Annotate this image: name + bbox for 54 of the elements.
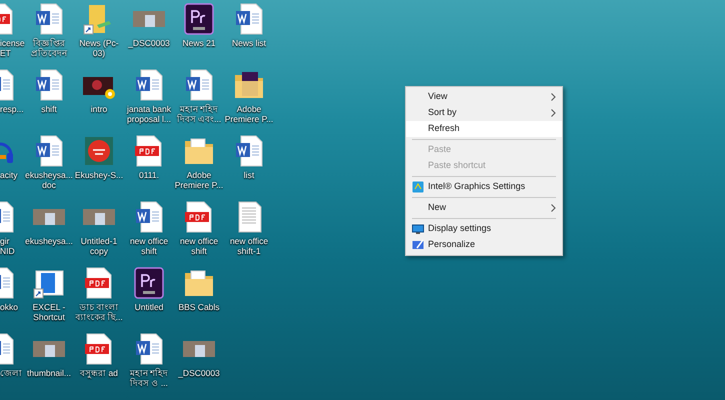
icon-label[interactable]: Adobe Premiere P... bbox=[174, 170, 224, 190]
menu-item[interactable]: New bbox=[406, 200, 562, 216]
word-document-icon[interactable] bbox=[33, 135, 65, 167]
folder-icon[interactable] bbox=[233, 69, 265, 101]
word-document-icon[interactable] bbox=[133, 333, 165, 365]
icon-label[interactable]: icense ET bbox=[0, 38, 24, 58]
icon-label[interactable]: acity bbox=[0, 170, 24, 180]
icon-label[interactable]: list bbox=[224, 170, 274, 180]
menu-item[interactable]: Display settings bbox=[406, 221, 562, 237]
icon-label[interactable]: EXCEL - Shortcut bbox=[24, 302, 74, 322]
icon-label[interactable]: Untitled-1 copy bbox=[74, 236, 124, 256]
menu-item[interactable]: Refresh bbox=[406, 121, 562, 137]
icon-label[interactable]: shift bbox=[24, 104, 74, 114]
icon-label[interactable]: new office shift-1 bbox=[224, 236, 274, 256]
premiere-project-icon[interactable] bbox=[133, 267, 165, 299]
word-document-icon[interactable] bbox=[233, 3, 265, 35]
icon-label[interactable]: News 21 bbox=[174, 38, 224, 48]
word-document-icon[interactable] bbox=[233, 135, 265, 167]
icon-label[interactable]: মহান শহিদ দিবস এবং... bbox=[174, 104, 224, 124]
icon-label[interactable]: new office shift bbox=[124, 236, 174, 256]
icon-label[interactable]: বসুন্ধরা ad bbox=[74, 368, 124, 378]
word-document-icon[interactable] bbox=[33, 3, 65, 35]
word-document-icon[interactable] bbox=[133, 69, 165, 101]
icon-label[interactable]: মহান শহিদ দিবস ও ... bbox=[124, 368, 174, 388]
premiere-project-icon[interactable] bbox=[183, 3, 215, 35]
icon-label[interactable]: gir NID bbox=[0, 236, 24, 256]
icon-label[interactable]: Untitled bbox=[124, 302, 174, 312]
icon-label[interactable]: new office shift bbox=[174, 236, 224, 256]
icon-label[interactable]: BBS Cabls bbox=[174, 302, 224, 312]
icon-label[interactable]: Ekushey-S... bbox=[74, 170, 124, 180]
icon-label[interactable]: বিজ্ঞপ্তির প্রতিবেদন bbox=[24, 38, 74, 58]
icon-label[interactable]: জেলা bbox=[0, 368, 24, 378]
menu-item[interactable]: Sort by bbox=[406, 105, 562, 121]
menu-item[interactable]: Personalize bbox=[406, 237, 562, 253]
icon-label[interactable]: ekusheysa... bbox=[24, 236, 74, 246]
word-document-icon[interactable] bbox=[33, 69, 65, 101]
icon-label[interactable]: _DSC0003 bbox=[174, 368, 224, 378]
icon-label[interactable]: ekusheysa... doc bbox=[24, 170, 74, 190]
menu-item[interactable]: Intel® Graphics Settings bbox=[406, 179, 562, 195]
menu-item[interactable]: View bbox=[406, 89, 562, 105]
app-icon[interactable] bbox=[83, 135, 115, 167]
icon-label[interactable]: resp... bbox=[0, 104, 24, 114]
icon-label[interactable]: janata bank proposal l... bbox=[124, 104, 174, 124]
icon-label[interactable]: ডাচ বাংলা ব্যাংকের ছি... bbox=[74, 302, 124, 322]
icon-label[interactable]: thumbnail... bbox=[24, 368, 74, 378]
icon-label[interactable]: News list bbox=[224, 38, 274, 48]
icon-label[interactable]: News (Pc-03) bbox=[74, 38, 124, 58]
icon-label[interactable]: 0111. bbox=[124, 170, 174, 180]
icon-label[interactable]: okko bbox=[0, 302, 24, 312]
icon-label[interactable]: Adobe Premiere P... bbox=[224, 104, 274, 124]
word-document-icon[interactable] bbox=[133, 201, 165, 233]
icon-label[interactable]: intro bbox=[74, 104, 124, 114]
icon-label[interactable]: _DSC0003 bbox=[124, 38, 174, 48]
word-document-icon[interactable] bbox=[183, 69, 215, 101]
